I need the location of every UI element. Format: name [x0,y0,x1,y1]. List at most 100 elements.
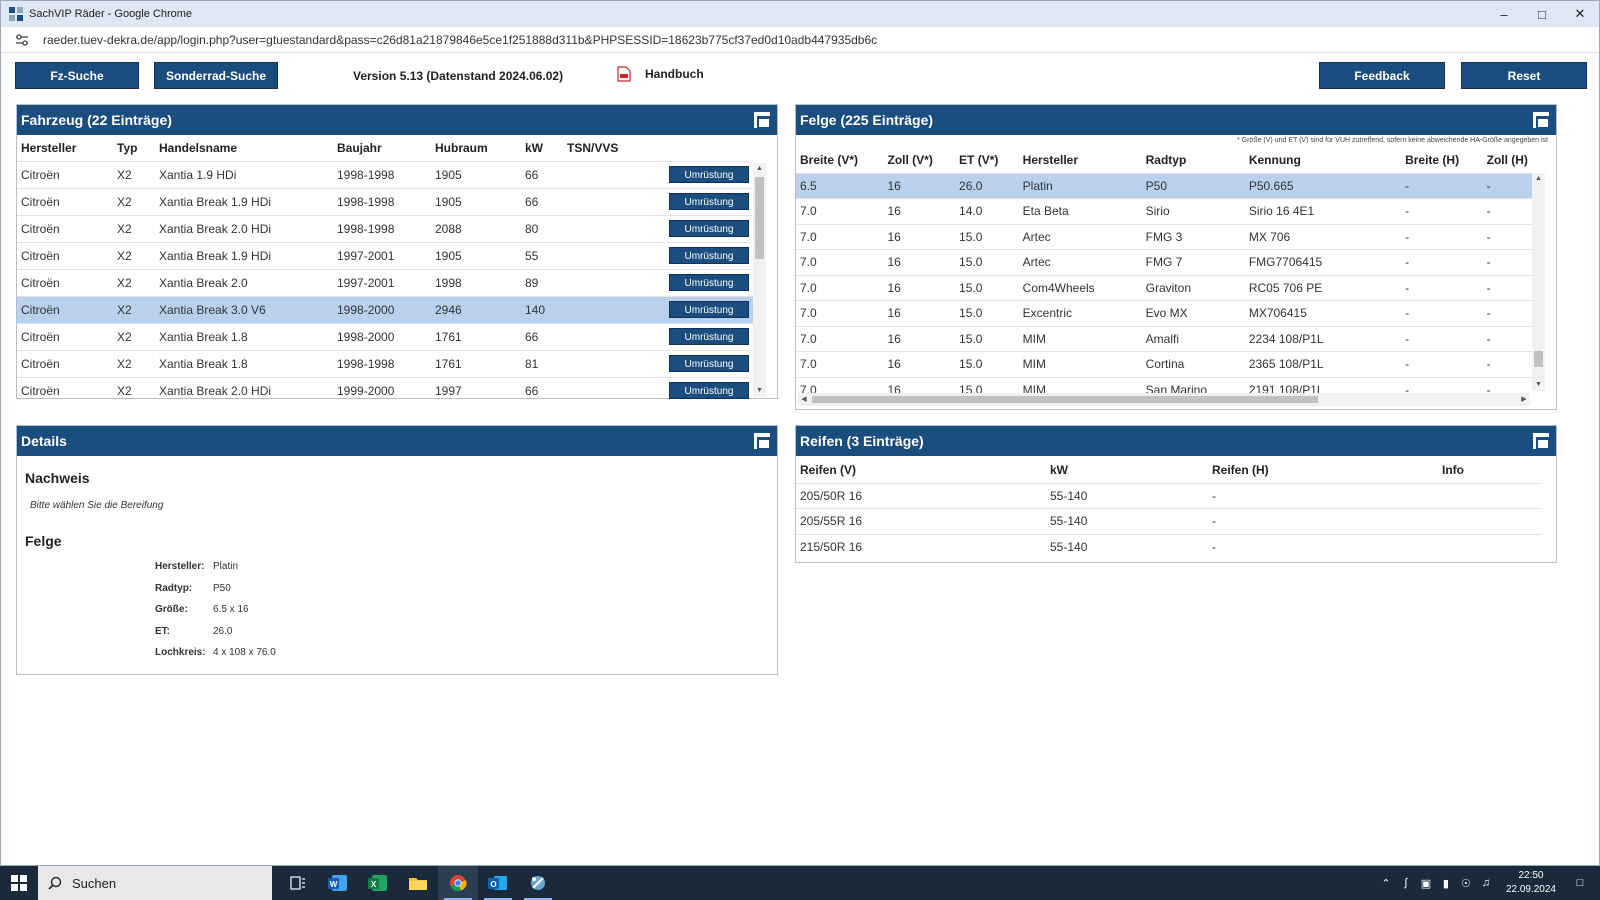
task-view-icon[interactable] [278,866,318,900]
column-header[interactable]: Hersteller [1019,147,1142,173]
column-header[interactable]: Info [1438,457,1542,483]
feedback-button[interactable]: Feedback [1319,62,1445,89]
table-row[interactable]: Citroën X2 Xantia 1.9 HDi 1998-1998 1905 66 Um… [17,160,753,188]
column-header[interactable]: Radtyp [1142,147,1245,173]
word-icon[interactable]: W [318,866,358,900]
umruestung-button[interactable]: Umrüstung [669,382,749,400]
url-text[interactable]: raeder.tuev-dekra.de/app/login.php?user=… [43,33,877,47]
scroll-left-icon[interactable]: ◀ [798,393,810,406]
scroll-down-icon[interactable]: ▼ [1532,379,1545,391]
meet-now-icon[interactable]: ▣ [1416,877,1436,890]
column-header[interactable]: ET (V*) [955,147,1019,173]
site-settings-icon[interactable] [15,33,29,47]
minimize-icon[interactable]: – [1485,1,1523,27]
table-row[interactable]: Citroën X2 Xantia Break 1.8 1998-2000 1761 66… [17,322,753,350]
scroll-up-icon[interactable]: ▲ [753,163,766,175]
scroll-down-icon[interactable]: ▼ [753,385,766,397]
reset-button[interactable]: Reset [1461,62,1587,89]
handbuch-label[interactable]: Handbuch [645,67,704,81]
handbuch-link[interactable]: Handbuch [617,66,704,82]
scroll-up-icon[interactable]: ▲ [1532,173,1545,185]
column-header[interactable]: kW [1046,457,1208,483]
table-row[interactable]: Citroën X2 Xantia Break 1.9 HDi 1998-1998 19… [17,187,753,215]
file-explorer-icon[interactable] [398,866,438,900]
table-row[interactable]: Citroën X2 Xantia Break 1.8 1998-1998 1761 81… [17,349,753,377]
scrollbar-thumb[interactable] [755,177,764,259]
table-row[interactable]: 7.0 16 14.0 Eta Beta Sirio Sirio 16 4E1- - [796,198,1532,224]
umruestung-button[interactable]: Umrüstung [669,328,749,345]
search-label[interactable]: Suchen [72,876,116,891]
fahrzeug-scrollbar[interactable]: ▲ ▼ [753,163,766,397]
umruestung-button[interactable]: Umrüstung [669,193,749,210]
table-row[interactable]: 7.0 16 15.0 Artec FMG 3 MX 706- - [796,223,1532,250]
chevron-up-icon[interactable]: ⌃ [1376,877,1396,890]
column-header[interactable]: Hubraum [431,135,521,161]
column-header[interactable]: Baujahr [333,135,431,161]
table-row[interactable]: 7.0 16 15.0 Excentric Evo MX MX706415- - [796,300,1532,326]
volume-icon[interactable]: ♫ [1476,877,1496,889]
table-cell: 15.0 [955,223,1019,250]
maximize-panel-icon[interactable] [753,432,771,450]
table-cell: Umrüstung [651,295,753,323]
column-header[interactable]: Zoll (V*) [883,147,955,173]
maximize-icon[interactable]: □ [1523,1,1561,27]
column-header[interactable]: Zoll (H) [1483,147,1532,173]
bluetooth-icon[interactable]: ∫ [1396,877,1416,889]
scrollbar-thumb[interactable] [1534,351,1543,367]
umruestung-button[interactable]: Umrüstung [669,166,749,183]
table-row[interactable]: 7.0 16 15.0 Artec FMG 7 FMG7706415- - [796,249,1532,275]
column-header[interactable]: Breite (V*) [796,147,883,173]
column-header[interactable]: Breite (H) [1401,147,1483,173]
umruestung-button[interactable]: Umrüstung [669,355,749,372]
umruestung-button[interactable]: Umrüstung [669,274,749,291]
table-row[interactable]: 6.5 16 26.0 Platin P50 P50.665- - [796,172,1532,199]
excel-icon[interactable]: X [358,866,398,900]
umruestung-button[interactable]: Umrüstung [669,301,749,318]
svg-text:O: O [490,880,496,889]
maximize-panel-icon[interactable] [1532,432,1550,450]
outlook-icon[interactable]: O [478,866,518,900]
table-row[interactable]: 215/50R 16 55-140- [796,533,1542,560]
maximize-panel-icon[interactable] [753,111,771,129]
umruestung-button[interactable]: Umrüstung [669,247,749,264]
table-cell [563,295,651,323]
table-row[interactable]: 205/50R 16 55-140- [796,482,1542,509]
column-header[interactable]: Reifen (V) [796,457,1046,483]
windows-start-icon[interactable] [0,866,38,900]
column-header[interactable]: Kennung [1245,147,1401,173]
table-row[interactable]: Citroën X2 Xantia Break 3.0 V6 1998-2000 294… [17,295,753,323]
column-header[interactable]: kW [521,135,563,161]
column-header[interactable]: Hersteller [17,135,113,161]
table-cell: - [1482,223,1532,250]
fahrzeug-panel: Fahrzeug (22 Einträge) Hersteller Typ Hand… [16,104,778,404]
umruestung-button[interactable]: Umrüstung [669,220,749,237]
column-header[interactable]: Handelsname [155,135,333,161]
taskbar-search[interactable]: Suchen [38,866,272,900]
clock[interactable]: 22:50 22.09.2024 [1506,869,1556,897]
table-row[interactable]: Citroën X2 Xantia Break 1.9 HDi 1997-2001 19… [17,241,753,269]
table-row[interactable]: 205/55R 16 55-140- [796,508,1542,534]
maximize-panel-icon[interactable] [1532,111,1550,129]
table-row[interactable]: Citroën X2 Xantia Break 2.0 1997-2001 1998 89… [17,268,753,296]
column-header[interactable]: Typ [113,135,155,161]
table-row[interactable]: Citroën X2 Xantia Break 2.0 HDi 1999-2000 19… [17,376,753,404]
column-header[interactable]: Reifen (H) [1208,457,1438,483]
snipping-tool-icon[interactable] [518,866,558,900]
felge-hscrollbar[interactable]: ◀ ▶ [798,393,1530,406]
hscrollbar-thumb[interactable] [812,396,1318,403]
table-row[interactable]: 7.0 16 15.0 Com4Wheels Graviton RC05 706 PE - - [796,274,1532,301]
table-row[interactable]: 7.0 16 15.0 MIM Amalfi 2234 108/P1L - - [796,325,1532,352]
column-header[interactable]: TSN/VVS [563,135,651,161]
battery-icon[interactable]: ▮ [1436,877,1456,890]
chrome-icon[interactable] [438,866,478,900]
table-row[interactable]: Citroën X2 Xantia Break 2.0 HDi 1998-1998 20… [17,214,753,242]
close-icon[interactable]: ✕ [1561,1,1599,27]
sonderrad-suche-button[interactable]: Sonderrad-Suche [154,62,278,89]
address-bar[interactable]: raeder.tuev-dekra.de/app/login.php?user=… [1,27,1599,53]
scroll-right-icon[interactable]: ▶ [1518,393,1530,406]
fz-suche-button[interactable]: Fz-Suche [15,62,139,89]
notifications-icon[interactable]: □ [1570,877,1590,889]
table-row[interactable]: 7.0 16 15.0 MIM Cortina 2365 108/P1L - - [796,351,1532,377]
network-icon[interactable]: ☉ [1456,877,1476,890]
felge-vscrollbar[interactable]: ▲ ▼ [1532,173,1545,391]
